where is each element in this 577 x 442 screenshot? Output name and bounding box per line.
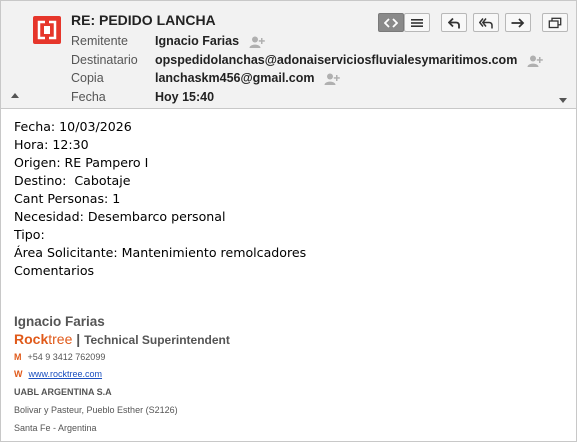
cc-address[interactable]: lanchaskm456@gmail.com <box>155 71 315 85</box>
date-label: Fecha <box>71 90 106 104</box>
signature-address: Bolivar y Pasteur, Pueblo Esther (S2126) <box>14 405 178 415</box>
add-contact-icon[interactable] <box>527 55 543 67</box>
reply-icon <box>448 17 460 28</box>
forward-icon <box>511 17 525 28</box>
body-line-area: Área Solicitante: Mantenimiento remolcad… <box>14 245 307 260</box>
signature-web: Wwww.rocktree.com <box>14 366 230 383</box>
add-contact-icon[interactable] <box>324 73 340 85</box>
message-subject: RE: PEDIDO LANCHA <box>71 12 216 28</box>
signature-region: Santa Fe - Argentina <box>14 423 97 433</box>
body-line-people: Cant Personas: 1 <box>14 191 121 206</box>
open-window-button[interactable] <box>542 13 568 32</box>
menu-button[interactable] <box>404 13 430 32</box>
sender-value: Ignacio Farias <box>155 34 265 48</box>
source-view-icon <box>384 17 398 28</box>
recipient-address[interactable]: opspedidolanchas@adonaiserviciosfluviale… <box>155 53 517 67</box>
body-line-comments: Comentarios <box>14 263 95 278</box>
signature-mobile: M +54 9 3412 762099 <box>14 349 230 366</box>
website-link[interactable]: www.rocktree.com <box>29 369 103 379</box>
body-line-need: Necesidad: Desembarco personal <box>14 209 226 224</box>
signature-name: Ignacio Farias <box>14 314 105 329</box>
sender-name[interactable]: Ignacio Farias <box>155 34 239 48</box>
signature-company-line: Rocktree | Technical Superintendent <box>14 331 230 349</box>
date-value: Hoy 15:40 <box>155 90 215 104</box>
add-contact-icon[interactable] <box>249 36 265 48</box>
reply-all-icon <box>479 17 493 28</box>
company-name-part2: tree <box>48 331 73 347</box>
recipient-label: Destinatario <box>71 53 138 67</box>
message-body: Fecha: 10/03/2026 Hora: 12:30 Origen: RE… <box>14 118 306 280</box>
sender-label: Remitente <box>71 34 128 48</box>
company-separator: | <box>76 331 81 347</box>
company-name-part1: Rock <box>14 331 49 347</box>
mobile-letter: M <box>14 352 22 362</box>
recipient-value: opspedidolanchas@adonaiserviciosfluviale… <box>155 53 543 67</box>
cc-value: lanchaskm456@gmail.com <box>155 71 340 85</box>
reply-button[interactable] <box>441 13 467 32</box>
body-line-destination: Destino: Cabotaje <box>14 173 131 188</box>
body-line-time: Hora: 12:30 <box>14 137 89 152</box>
web-letter: W <box>14 369 23 379</box>
open-window-icon <box>548 17 562 28</box>
expand-header-icon[interactable] <box>559 98 567 103</box>
body-line-date: Fecha: 10/03/2026 <box>14 119 132 134</box>
body-line-origin: Origen: RE Pampero I <box>14 155 149 170</box>
email-signature: Ignacio Farias Rocktree | Technical Supe… <box>14 314 230 437</box>
signature-org: UABL ARGENTINA S.A <box>14 387 112 397</box>
mobile-number: +54 9 3412 762099 <box>27 352 106 362</box>
collapse-header-icon[interactable] <box>11 93 19 98</box>
message-header: RE: PEDIDO LANCHA Remitente Ignacio Fari… <box>1 1 576 109</box>
menu-icon <box>411 18 423 27</box>
forward-button[interactable] <box>505 13 531 32</box>
body-line-type: Tipo: <box>14 227 45 242</box>
source-view-button[interactable] <box>378 13 404 32</box>
signature-title: Technical Superintendent <box>84 333 230 347</box>
cc-label: Copia <box>71 71 104 85</box>
app-logo-icon <box>33 16 61 44</box>
reply-all-button[interactable] <box>473 13 499 32</box>
